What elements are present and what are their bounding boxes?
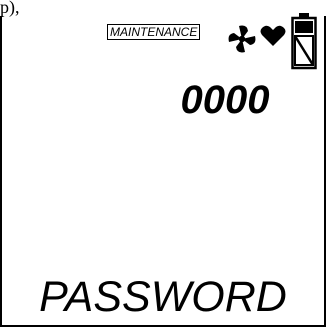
password-prompt-label: PASSWORD	[39, 273, 287, 321]
maintenance-label: MAINTENANCE	[107, 24, 201, 40]
fan-icon	[228, 25, 256, 53]
password-code-value: 0000	[180, 78, 270, 122]
battery-icon	[291, 13, 317, 70]
page-corner-fragment: p),	[0, 0, 20, 17]
heart-icon	[260, 25, 286, 46]
